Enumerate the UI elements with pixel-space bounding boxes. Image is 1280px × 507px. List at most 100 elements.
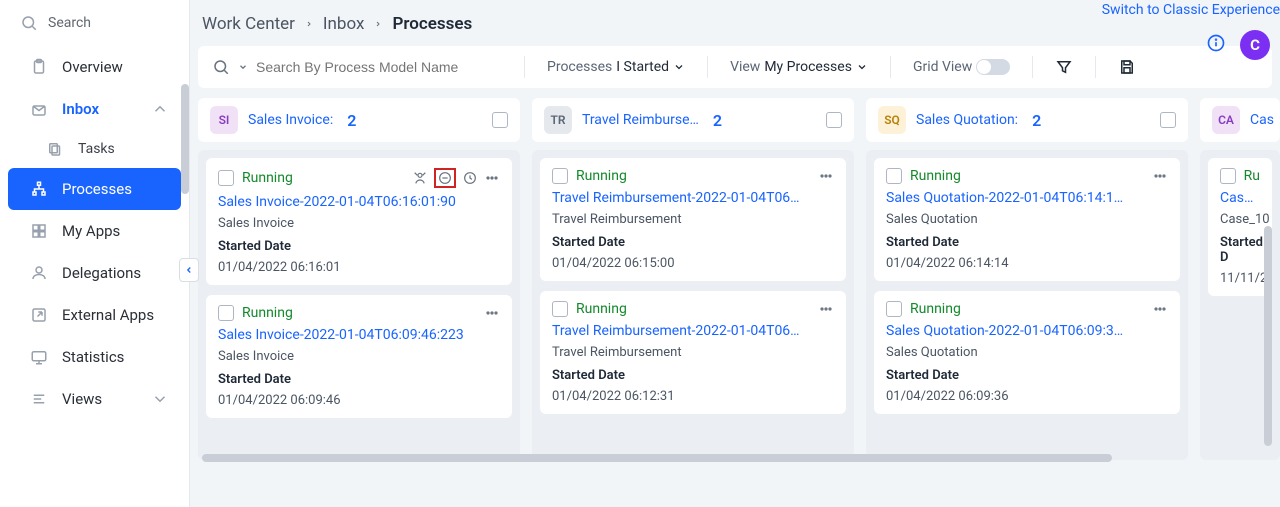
card-checkbox[interactable]	[218, 170, 234, 186]
dropdown-value: I Started	[616, 59, 669, 75]
horizontal-scrollbar[interactable]	[202, 454, 1260, 464]
lane-badge: SI	[210, 106, 238, 134]
crumb-inbox[interactable]: Inbox	[323, 14, 365, 34]
lane-checkbox[interactable]	[1160, 112, 1176, 128]
processes-dropdown[interactable]: Processes I Started	[547, 59, 685, 75]
process-card[interactable]: RunningSales Quotation-2022-01-04T06:14:…	[874, 158, 1180, 281]
lane-title[interactable]: Cas	[1250, 112, 1274, 128]
lane-title[interactable]: Travel Reimburse…	[582, 112, 699, 128]
started-date-label: Started Date	[886, 235, 1168, 250]
vertical-scrollbar[interactable]	[1264, 226, 1272, 446]
lane-header: CACas	[1200, 98, 1280, 142]
toolbar-search-input[interactable]	[256, 59, 486, 75]
nav-my-apps[interactable]: My Apps	[8, 210, 181, 252]
started-date-value: 01/04/2022 06:15:00	[552, 256, 834, 271]
card-status: Running	[242, 305, 293, 321]
filter-button[interactable]	[1055, 58, 1073, 76]
separator	[1032, 56, 1033, 78]
sidebar-search[interactable]: Search	[0, 0, 189, 42]
card-status: Running	[242, 170, 293, 186]
card-status: Running	[576, 301, 627, 317]
info-icon	[1206, 33, 1226, 53]
card-checkbox[interactable]	[886, 168, 902, 184]
more-icon[interactable]	[818, 301, 834, 317]
nav-statistics[interactable]: Statistics	[8, 336, 181, 378]
lane-title[interactable]: Sales Invoice:	[248, 112, 333, 128]
more-icon[interactable]	[484, 170, 500, 186]
card-title[interactable]: Sales Invoice-2022-01-04T06:16:01:90	[218, 194, 500, 210]
started-date-label: Started Date	[218, 372, 500, 387]
card-model: Case_10	[1220, 212, 1260, 227]
nav-external-apps[interactable]: External Apps	[8, 294, 181, 336]
user-avatar[interactable]: C	[1240, 30, 1270, 60]
dropdown-label: View	[730, 59, 760, 75]
lane-checkbox[interactable]	[492, 112, 508, 128]
nav-delegations[interactable]: Delegations	[8, 252, 181, 294]
crumb-workcenter[interactable]: Work Center	[202, 14, 295, 34]
lane: SQSales Quotation:2RunningSales Quotatio…	[866, 98, 1188, 460]
view-dropdown[interactable]: View My Processes	[730, 59, 868, 75]
process-card[interactable]: Running Sales Invoice-2022-01-04T06:16:01…	[206, 158, 512, 285]
nav-label: Tasks	[78, 141, 115, 157]
process-card[interactable]: Running Travel Reimbursement-2022-01-04T0…	[540, 291, 846, 414]
info-button[interactable]	[1206, 33, 1226, 57]
card-checkbox[interactable]	[1220, 168, 1236, 184]
card-model: Sales Quotation	[886, 212, 1168, 227]
save-button[interactable]	[1118, 58, 1136, 76]
external-icon	[30, 306, 48, 324]
more-icon[interactable]	[1152, 301, 1168, 317]
card-title[interactable]: Sales Quotation-2022-01-04T06:14:1…	[886, 190, 1168, 206]
assignee-icon[interactable]	[412, 170, 428, 186]
more-icon[interactable]	[1152, 168, 1168, 184]
sidebar-search-placeholder: Search	[48, 15, 91, 31]
card-title[interactable]: Case_1	[1220, 190, 1260, 206]
more-icon[interactable]	[484, 305, 500, 321]
more-icon[interactable]	[818, 168, 834, 184]
started-date-value: 01/04/2022 06:14:14	[886, 256, 1168, 271]
sidebar-scrollbar[interactable]	[181, 84, 189, 194]
card-title[interactable]: Sales Invoice-2022-01-04T06:09:46:223	[218, 327, 500, 343]
chevron-left-icon	[184, 265, 194, 275]
schedule-icon[interactable]	[462, 170, 478, 186]
user-icon	[30, 264, 48, 282]
lane-title[interactable]: Sales Quotation:	[916, 112, 1018, 128]
card-title[interactable]: Sales Quotation-2022-01-04T06:09:3…	[886, 323, 1168, 339]
nav-tasks[interactable]: Tasks	[8, 130, 181, 168]
nav-label: My Apps	[62, 222, 120, 240]
started-date-label: Started Date	[552, 368, 834, 383]
clipboard-icon	[30, 58, 48, 76]
chevron-down-icon	[856, 61, 868, 73]
card-model: Sales Quotation	[886, 345, 1168, 360]
main: Work Center Inbox Processes C Processes …	[190, 0, 1280, 507]
card-status: Ru	[1244, 168, 1260, 184]
nav-label: Statistics	[62, 348, 124, 366]
process-card[interactable]: Running Sales Invoice-2022-01-04T06:09:46…	[206, 295, 512, 418]
process-card[interactable]: Running Sales Quotation-2022-01-04T06:09:…	[874, 291, 1180, 414]
process-card[interactable]: RuCase_1Case_10Started D11/11/2	[1208, 158, 1272, 296]
card-title[interactable]: Travel Reimbursement-2022-01-04T06…	[552, 323, 834, 339]
nav-processes[interactable]: Processes	[8, 168, 181, 210]
suspend-icon[interactable]	[437, 170, 453, 186]
nav-overview[interactable]: Overview	[8, 46, 181, 88]
chevron-down-icon[interactable]	[238, 62, 248, 72]
card-checkbox[interactable]	[218, 305, 234, 321]
lane: TRTravel Reimburse…2RunningTravel Reimbu…	[532, 98, 854, 460]
nav-views[interactable]: Views	[8, 378, 181, 420]
card-model: Travel Reimbursement	[552, 212, 834, 227]
sidebar-collapse-button[interactable]	[179, 258, 199, 282]
save-icon	[1118, 58, 1136, 76]
lane-body: Running Travel Reimbursement-2022-01-04T0…	[532, 150, 854, 460]
lane-checkbox[interactable]	[826, 112, 842, 128]
process-card[interactable]: RunningTravel Reimbursement-2022-01-04T0…	[540, 158, 846, 281]
toggle-switch[interactable]	[976, 59, 1010, 75]
monitor-icon	[30, 348, 48, 366]
nav-inbox[interactable]: Inbox	[8, 88, 181, 130]
card-checkbox[interactable]	[552, 301, 568, 317]
grid-view-toggle[interactable]: Grid View	[913, 59, 1010, 75]
card-checkbox[interactable]	[886, 301, 902, 317]
lane-count: 2	[1032, 111, 1041, 130]
card-title[interactable]: Travel Reimbursement-2022-01-04T06…	[552, 190, 834, 206]
started-date-label: Started Date	[218, 239, 500, 254]
card-checkbox[interactable]	[552, 168, 568, 184]
card-status: Running	[910, 301, 961, 317]
